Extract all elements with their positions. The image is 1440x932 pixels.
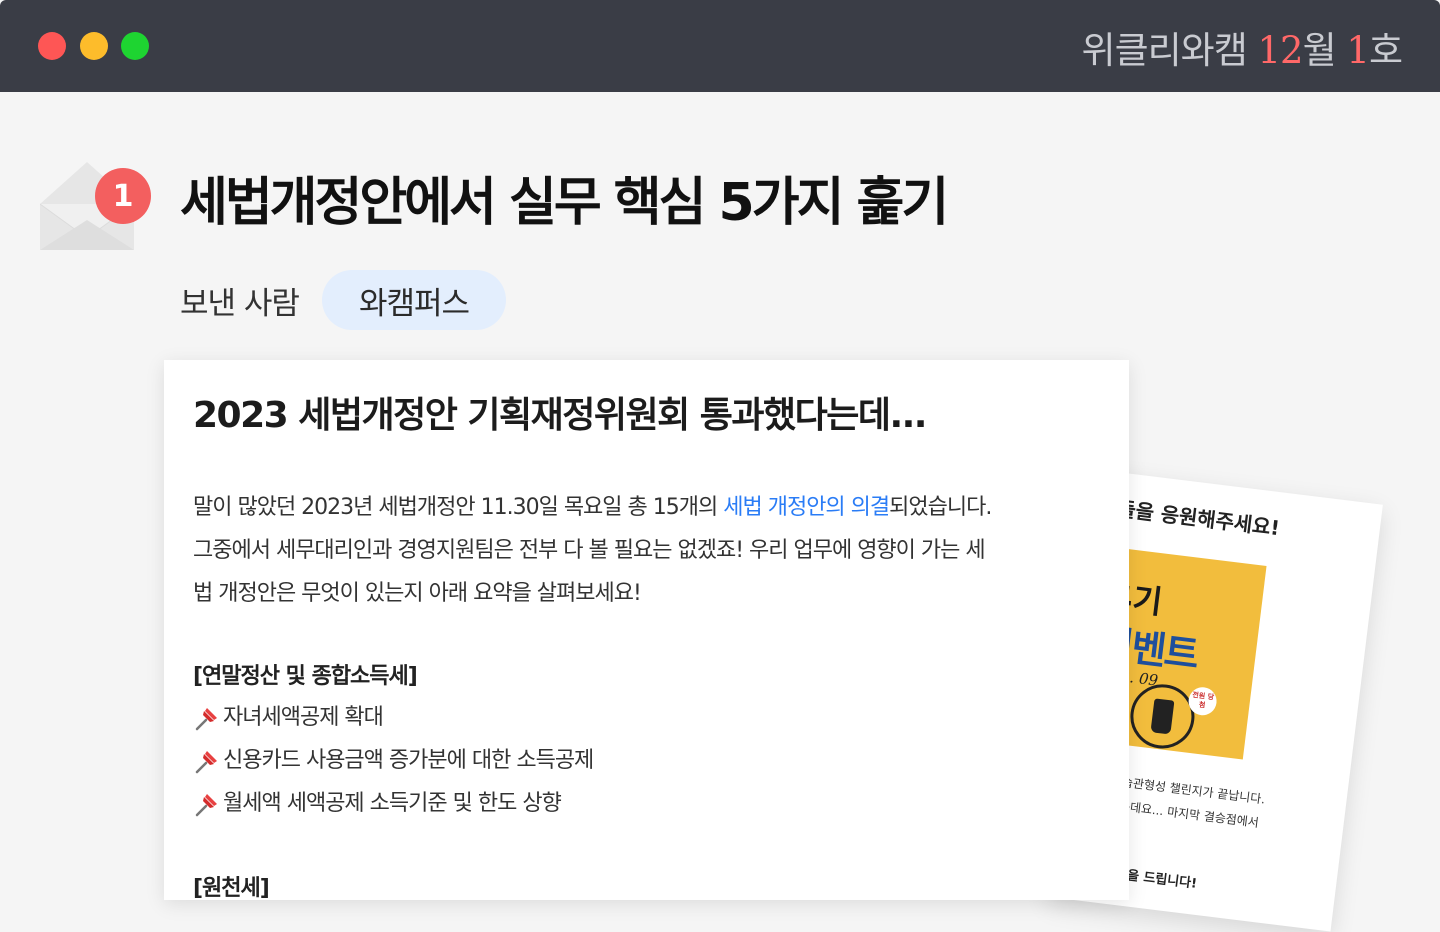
brand-text: 위클리와캠 [1081, 29, 1258, 72]
close-window-button[interactable] [38, 32, 66, 60]
intro-text: 되었습니다. [889, 495, 992, 520]
preview-title: 들을 응원해주세요! [1115, 496, 1281, 541]
brand-issue-number: 1 [1346, 29, 1370, 72]
maximize-window-button[interactable] [121, 32, 149, 60]
brand-month-number: 12 [1257, 29, 1304, 72]
list-item-text: 자녀세액공제 확대 [223, 705, 384, 730]
list-item-text: 월세액 세액공제 소득기준 및 한도 상향 [223, 791, 562, 816]
brand-month-text: 월 [1302, 29, 1347, 72]
coffee-cup-icon [1126, 680, 1199, 753]
section-item-list: 자녀세액공제 확대 신용카드 사용금액 증가분에 대한 소득공제 월세액 세액공… [193, 696, 594, 825]
email-body-card: 2023 세법개정안 기획재정위원회 통과했다는데... 말이 많았던 2023… [164, 360, 1129, 901]
sender-chip[interactable]: 와캠퍼스 [322, 270, 506, 330]
intro-line: 말이 많았던 2023년 세법개정안 11.30일 목요일 총 15개의 세법 … [193, 486, 1093, 529]
email-intro: 말이 많았던 2023년 세법개정안 11.30일 목요일 총 15개의 세법 … [193, 486, 1093, 615]
email-body-title: 2023 세법개정안 기획재정위원회 통과했다는데... [193, 395, 927, 436]
list-item: 월세액 세액공제 소득기준 및 한도 상향 [193, 782, 593, 825]
pushpin-icon [195, 793, 217, 816]
minimize-window-button[interactable] [80, 32, 108, 60]
section-heading: [원천세] [193, 876, 270, 901]
email-subject: 세법개정안에서 실무 핵심 5가지 훑기 [180, 173, 949, 233]
unread-count-badge: 1 [95, 168, 151, 224]
brand-issue-text: 호 [1368, 29, 1403, 72]
sender-label: 보낸 사람 [180, 286, 300, 322]
list-item-text: 신용카드 사용금액 증가분에 대한 소득공제 [223, 748, 594, 773]
intro-line: 그중에서 세무대리인과 경영지원팀은 전부 다 볼 필요는 없겠죠! 우리 업무… [193, 538, 986, 563]
newsletter-brand: 위클리와캠 12월 1호 [1081, 20, 1403, 74]
window-titlebar: 위클리와캠 12월 1호 [0, 0, 1440, 92]
tax-revision-link[interactable]: 세법 개정안의 의결 [723, 495, 890, 520]
intro-text: 말이 많았던 2023년 세법개정안 11.30일 목요일 총 15개의 [193, 495, 724, 520]
pushpin-icon [195, 750, 217, 773]
pushpin-icon [195, 707, 217, 730]
intro-line: 법 개정안은 무엇이 있는지 아래 요약을 살펴보세요! [193, 581, 642, 606]
list-item: 신용카드 사용금액 증가분에 대한 소득공제 [193, 739, 594, 782]
section-heading: [연말정산 및 종합소득세] [193, 664, 418, 689]
list-item: 자녀세액공제 확대 [193, 696, 593, 739]
